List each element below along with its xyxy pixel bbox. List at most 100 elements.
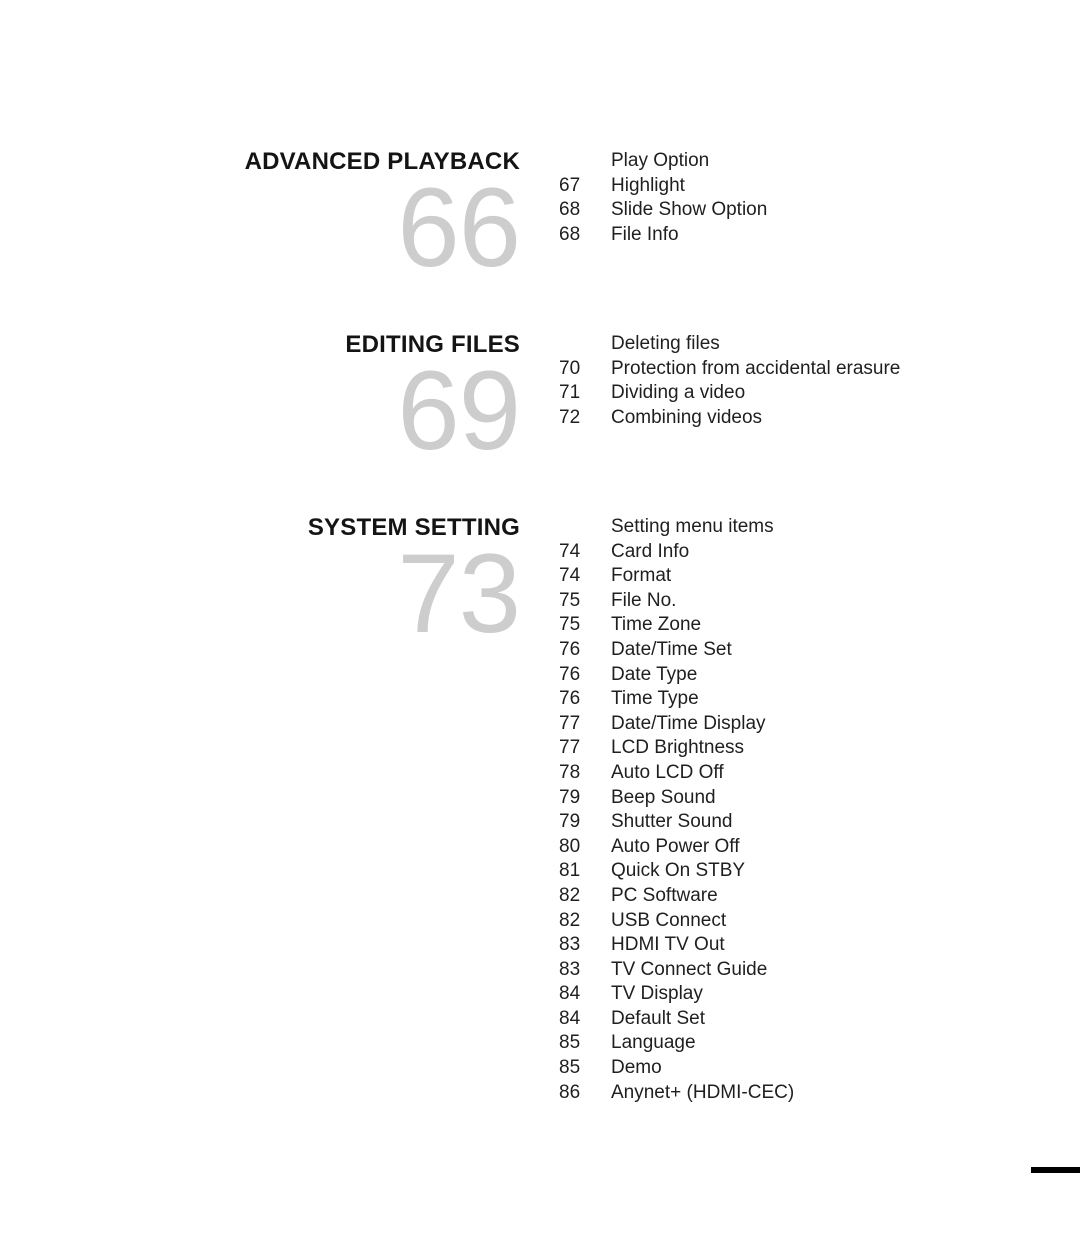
toc-entry-label: File Info <box>611 223 679 245</box>
toc-entry[interactable]: Setting menu items <box>559 515 1000 540</box>
section-entries: Play Option 67 Highlight 68 Slide Show O… <box>520 149 1000 247</box>
toc-entry-label: Deleting files <box>611 333 720 354</box>
toc-entry[interactable]: 84 Default Set <box>559 1007 1000 1032</box>
toc-entry[interactable]: 81 Quick On STBY <box>559 859 1000 884</box>
toc-entry[interactable]: 67 Highlight <box>559 174 1000 199</box>
toc-entry-label: TV Display <box>611 983 703 1005</box>
toc-entry[interactable]: 82 PC Software <box>559 884 1000 909</box>
toc-entry[interactable]: 85 Language <box>559 1031 1000 1056</box>
toc-entry-label: Combining videos <box>611 406 763 428</box>
toc-entry-page: 74 <box>559 565 581 587</box>
toc-entry-page: 83 <box>559 934 581 956</box>
toc-entry[interactable]: 72 Combining videos <box>559 406 1000 431</box>
toc-entry-label: USB Connect <box>611 909 727 931</box>
toc-entry-page: 80 <box>559 835 581 857</box>
toc-entry-page: 68 <box>559 223 581 245</box>
toc-entry[interactable]: 70 Protection from accidental erasure <box>559 357 1000 382</box>
toc-entry-list: Deleting files 70 Protection from accide… <box>559 332 1000 430</box>
toc-entry[interactable]: 80 Auto Power Off <box>559 835 1000 860</box>
toc-entry-page: 82 <box>559 884 581 906</box>
toc-entry-page: 84 <box>559 983 581 1005</box>
toc-entry[interactable]: 75 File No. <box>559 589 1000 614</box>
toc-entry-page: 81 <box>559 860 581 882</box>
toc-entry-page: 85 <box>559 1057 581 1079</box>
toc-entry[interactable]: 86 Anynet+ (HDMI-CEC) <box>559 1081 1000 1106</box>
toc-entry-page: 68 <box>559 199 581 221</box>
toc-entry-list: Play Option 67 Highlight 68 Slide Show O… <box>559 149 1000 247</box>
toc-entry-label: Demo <box>611 1057 662 1079</box>
toc-entry-label: Beep Sound <box>611 786 716 808</box>
toc-entry-label: Anynet+ (HDMI-CEC) <box>611 1081 795 1103</box>
toc-entry-label: Highlight <box>611 174 685 196</box>
toc-entry[interactable]: 74 Format <box>559 564 1000 589</box>
toc-entry-list: Setting menu items 74 Card Info 74 Forma… <box>559 515 1000 1105</box>
toc-entry[interactable]: 78 Auto LCD Off <box>559 761 1000 786</box>
toc-entry-label: Date/Time Set <box>611 638 732 660</box>
toc-entry-label: PC Software <box>611 884 718 906</box>
toc-entry-label: TV Connect Guide <box>611 958 768 980</box>
toc-entry-page: 75 <box>559 614 581 636</box>
toc-entry[interactable]: 76 Date Type <box>559 663 1000 688</box>
section-heading-block: EDITING FILES 69 <box>180 333 521 473</box>
toc-entry-label: Protection from accidental erasure <box>611 357 901 379</box>
section-start-page-number: 69 <box>397 348 521 473</box>
toc-entry[interactable]: 85 Demo <box>559 1056 1000 1081</box>
toc-entry-label: Language <box>611 1032 696 1054</box>
toc-entry-label: Card Info <box>611 540 690 562</box>
toc-entry-label: Slide Show Option <box>611 199 768 221</box>
toc-entry[interactable]: Deleting files <box>559 332 1000 357</box>
toc-entry-page: 85 <box>559 1032 581 1054</box>
toc-section-system-setting: SYSTEM SETTING 73 Setting menu items 74 … <box>180 516 1000 1105</box>
toc-entry-page: 79 <box>559 811 581 833</box>
section-start-page-number: 73 <box>397 531 521 656</box>
toc-entry-label: Quick On STBY <box>611 860 746 882</box>
toc-entry[interactable]: 77 LCD Brightness <box>559 736 1000 761</box>
toc-entry-label: Time Zone <box>611 614 702 636</box>
toc-entry-page: 86 <box>559 1081 581 1103</box>
toc-entry[interactable]: 79 Shutter Sound <box>559 810 1000 835</box>
toc-section-advanced-playback: ADVANCED PLAYBACK 66 Play Option 67 High… <box>180 149 1000 290</box>
toc-entry[interactable]: 76 Time Type <box>559 687 1000 712</box>
toc-entry-label: Auto LCD Off <box>611 761 724 783</box>
toc-entry[interactable]: 75 Time Zone <box>559 613 1000 638</box>
toc-entry[interactable]: 71 Dividing a video <box>559 381 1000 406</box>
toc-entry-label: Shutter Sound <box>611 811 733 833</box>
toc-entry-label: Time Type <box>611 688 699 710</box>
toc-entry[interactable]: 68 File Info <box>559 223 1000 248</box>
toc-entry[interactable]: 68 Slide Show Option <box>559 198 1000 223</box>
toc-entry-label: Dividing a video <box>611 382 746 404</box>
toc-entry[interactable]: 77 Date/Time Display <box>559 712 1000 737</box>
toc-entry-label: Auto Power Off <box>611 835 740 857</box>
toc-entry-label: LCD Brightness <box>611 737 745 759</box>
toc-entry-page: 72 <box>559 406 581 428</box>
section-entries: Deleting files 70 Protection from accide… <box>520 332 1000 430</box>
toc-entry-label: Format <box>611 565 672 587</box>
toc-entry[interactable]: 82 USB Connect <box>559 909 1000 934</box>
toc-entry-page: 79 <box>559 786 581 808</box>
toc-entry-label: Default Set <box>611 1007 705 1029</box>
toc-entry-page: 77 <box>559 712 581 734</box>
toc-entry-label: Setting menu items <box>611 516 774 537</box>
section-start-page-number: 66 <box>397 165 521 290</box>
section-entries: Setting menu items 74 Card Info 74 Forma… <box>520 515 1000 1105</box>
toc-entry-page: 77 <box>559 737 581 759</box>
toc-entry[interactable]: 79 Beep Sound <box>559 786 1000 811</box>
toc-entry-page: 76 <box>559 688 581 710</box>
toc-entry[interactable]: 74 Card Info <box>559 540 1000 565</box>
toc-entry[interactable]: 83 HDMI TV Out <box>559 933 1000 958</box>
toc-section-editing-files: EDITING FILES 69 Deleting files 70 Prote… <box>180 332 1000 473</box>
section-heading-block: ADVANCED PLAYBACK 66 <box>180 150 521 290</box>
toc-entry[interactable]: 84 TV Display <box>559 982 1000 1007</box>
toc-entry-page: 83 <box>559 958 581 980</box>
toc-entry-label: Play Option <box>611 150 710 171</box>
toc-entry-page: 78 <box>559 761 581 783</box>
toc-entry-page: 82 <box>559 909 581 931</box>
toc-entry-label: Date Type <box>611 663 698 685</box>
toc-entry-label: Date/Time Display <box>611 712 766 734</box>
toc-entry[interactable]: 76 Date/Time Set <box>559 638 1000 663</box>
toc-entry-page: 76 <box>559 663 581 685</box>
toc-entry[interactable]: 83 TV Connect Guide <box>559 958 1000 983</box>
toc-entry[interactable]: Play Option <box>559 149 1000 174</box>
toc-entry-page: 84 <box>559 1007 581 1029</box>
toc-entry-label: File No. <box>611 589 677 611</box>
